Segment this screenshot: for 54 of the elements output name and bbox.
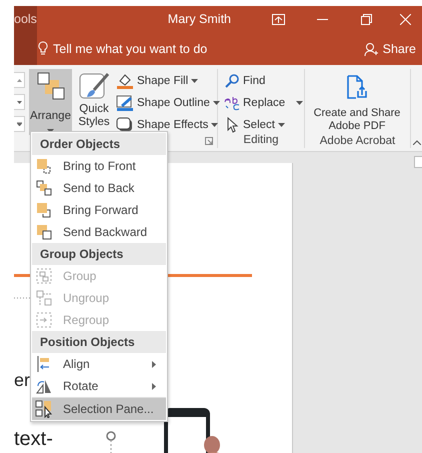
spin-up-icon[interactable]	[16, 78, 22, 82]
send-backward-icon	[35, 223, 53, 241]
dropdown-caret-icon[interactable]	[16, 100, 22, 104]
close-icon[interactable]	[400, 14, 410, 24]
replace-icon	[224, 94, 240, 110]
create-pdf-button[interactable]: Create and Share Adobe PDF	[305, 69, 409, 135]
group-label: Editing	[242, 134, 280, 148]
paint-bucket-icon	[116, 72, 134, 88]
user-name: Mary Smith	[168, 12, 231, 26]
shape-format-button[interactable]: Shape Fill	[116, 71, 220, 90]
menu-item[interactable]: Rotate	[32, 375, 166, 397]
lightbulb-icon	[38, 41, 48, 56]
send-to-back-icon	[35, 179, 53, 197]
regroup-icon	[35, 311, 53, 329]
menu-section-header: Position Objects	[32, 331, 166, 353]
selection-pane-icon	[35, 400, 53, 418]
share-button[interactable]: Share	[364, 42, 416, 56]
person-icon	[364, 42, 379, 56]
menu-item[interactable]: Selection Pane...	[32, 397, 166, 420]
editing-button[interactable]: Find	[224, 71, 304, 90]
collapse-ribbon-icon[interactable]	[412, 140, 420, 145]
menu-item[interactable]: Align	[32, 353, 166, 375]
restore-icon[interactable]	[360, 14, 372, 24]
editing-button[interactable]: Replace	[224, 93, 304, 112]
ribbon-display-options-icon[interactable]	[272, 14, 284, 24]
menu-item[interactable]: Bring to Front	[32, 155, 166, 177]
menu-section-header: Group Objects	[32, 243, 166, 265]
menu-item[interactable]: Send to Back	[32, 177, 166, 199]
ungroup-icon	[35, 289, 53, 307]
menu-item[interactable]: Bring Forward	[32, 199, 166, 221]
dialog-launcher-icon[interactable]	[205, 137, 213, 145]
shape-format-button[interactable]: Shape Outline	[116, 93, 220, 112]
arrange-button[interactable]: Arrange	[29, 69, 72, 135]
document-share-icon	[347, 75, 367, 99]
dropdown-caret-icon[interactable]	[16, 122, 22, 126]
minimize-icon[interactable]	[316, 18, 328, 20]
editing-button[interactable]: Select	[224, 115, 304, 134]
caret-icon	[212, 100, 220, 104]
arrange-icon	[36, 71, 66, 101]
group-label: Adobe Acrobat	[318, 135, 396, 148]
bring-forward-icon	[35, 201, 53, 219]
bring-to-front-icon	[35, 157, 53, 175]
menu-section-header: Order Objects	[32, 133, 166, 155]
menu-item[interactable]: Send Backward	[32, 221, 166, 243]
tell-me-field[interactable]: Tell me what you want to do	[38, 41, 208, 56]
ribbon-tab[interactable]: ools	[14, 6, 37, 32]
group-icon	[35, 267, 53, 285]
pen-icon	[116, 94, 134, 110]
slide-text: text-	[14, 429, 53, 449]
brush-icon	[78, 71, 110, 101]
search-icon	[224, 72, 240, 88]
slide-text: er	[14, 371, 30, 389]
caret-icon	[211, 122, 218, 126]
caret-icon	[191, 78, 198, 82]
